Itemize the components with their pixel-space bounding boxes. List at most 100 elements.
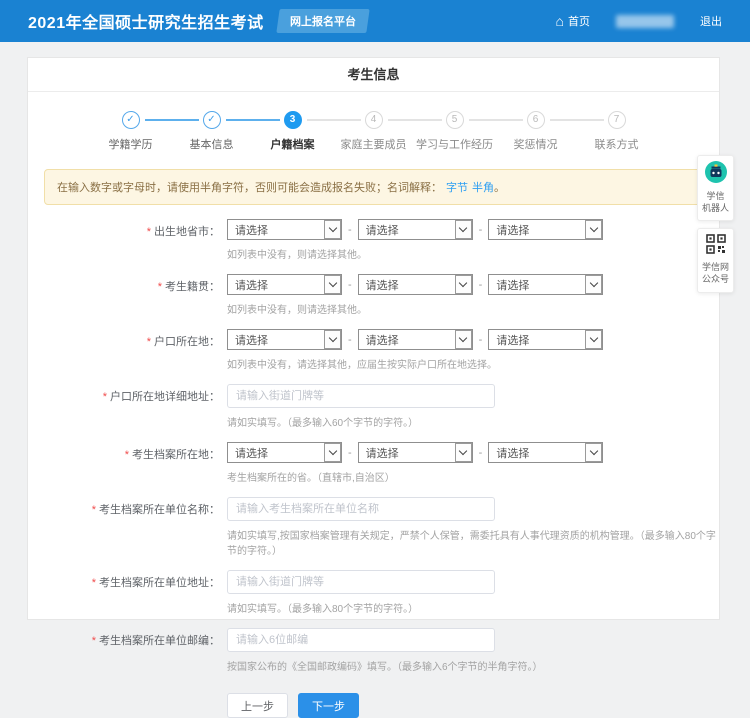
step-label: 户籍档案 (252, 136, 333, 152)
chevron-down-icon (324, 220, 341, 239)
chevron-down-icon (324, 275, 341, 294)
step-label: 奖惩情况 (495, 136, 576, 152)
field-label: *考生档案所在单位地址： (28, 570, 220, 615)
prev-step-button[interactable]: 上一步 (227, 693, 288, 718)
home-icon: ⌂ (556, 14, 564, 28)
chevron-down-icon (585, 330, 602, 349)
select-separator: - (348, 334, 352, 346)
step-xueji-xueli[interactable]: ✓ 学籍学历 (90, 111, 171, 152)
half-width-notice: 在输入数字或字母时，请使用半角字符，否则可能会造成报名失败；名词解释：字节半角。 (44, 169, 703, 205)
platform-badge: 网上报名平台 (276, 9, 369, 33)
archive-unit-name-input[interactable] (227, 497, 495, 521)
select-separator: - (479, 334, 483, 346)
archive-district-select[interactable]: 请选择 (488, 442, 603, 463)
form-row-birthplace: *出生地省市： 请选择 - 请选择 - 请选择 如列表中没有，则请选择其他。 (28, 219, 719, 261)
form-buttons: 上一步 下一步 (227, 693, 719, 718)
chevron-down-icon (324, 443, 341, 462)
chsi-robot-button[interactable]: 学信 机器人 (697, 155, 734, 221)
required-asterisk: * (92, 577, 96, 589)
field-hint: 如列表中没有，则请选择其他。 (227, 246, 603, 261)
field-label: *考生档案所在单位名称： (28, 497, 220, 557)
nav-home-link[interactable]: ⌂ 首页 (556, 13, 590, 29)
glossary-link-halfwidth[interactable]: 半角 (472, 182, 494, 194)
notice-suffix: 。 (494, 182, 505, 194)
household-archive-form: *出生地省市： 请选择 - 请选择 - 请选择 如列表中没有，则请选择其他。 *… (28, 219, 719, 718)
field-hint: 请如实填写。（最多输入60个字节的字符。） (227, 414, 495, 429)
step-jiangcheng[interactable]: 6 奖惩情况 (495, 111, 576, 152)
select-separator: - (479, 447, 483, 459)
step-lianxi-fangshi[interactable]: 7 联系方式 (576, 111, 657, 152)
chevron-down-icon (455, 443, 472, 462)
native-place-province-select[interactable]: 请选择 (227, 274, 342, 295)
household-province-select[interactable]: 请选择 (227, 329, 342, 350)
birthplace-province-select[interactable]: 请选择 (227, 219, 342, 240)
step-label: 家庭主要成员 (333, 136, 414, 152)
field-hint: 请如实填写。（最多输入80个字节的字符。） (227, 600, 495, 615)
nav-logout-link[interactable]: 退出 (700, 13, 722, 29)
field-label: *出生地省市： (28, 219, 220, 261)
chevron-down-icon (585, 443, 602, 462)
step-xuexi-gongzuo[interactable]: 5 学习与工作经历 (414, 111, 495, 152)
field-label: *考生籍贯： (28, 274, 220, 316)
candidate-info-card: 考生信息 ✓ 学籍学历 ✓ 基本信息 3 户籍档案 4 家庭主要成员 5 学习与… (27, 57, 720, 620)
select-separator: - (348, 447, 352, 459)
qr-code-icon (706, 234, 726, 254)
nav-home-label: 首页 (568, 13, 590, 29)
field-label: *考生档案所在地： (28, 442, 220, 484)
step-label: 基本信息 (171, 136, 252, 152)
required-asterisk: * (92, 504, 96, 516)
select-separator: - (479, 279, 483, 291)
form-row-household-address: *户口所在地详细地址： 请如实填写。（最多输入60个字节的字符。） (28, 384, 719, 429)
archive-unit-address-input[interactable] (227, 570, 495, 594)
chevron-down-icon (455, 275, 472, 294)
required-asterisk: * (92, 635, 96, 647)
step-jiben-xinxi[interactable]: ✓ 基本信息 (171, 111, 252, 152)
check-icon: ✓ (203, 111, 221, 129)
step-indicator: ✓ 学籍学历 ✓ 基本信息 3 户籍档案 4 家庭主要成员 5 学习与工作经历 … (28, 111, 719, 152)
select-separator: - (348, 224, 352, 236)
header-nav: ⌂ 首页 退出 (556, 13, 722, 29)
app-header: 2021年全国硕士研究生招生考试 网上报名平台 ⌂ 首页 退出 (0, 0, 750, 42)
platform-badge-label: 网上报名平台 (290, 13, 356, 29)
step-jiating-chengyuan[interactable]: 4 家庭主要成员 (333, 111, 414, 152)
archive-city-select[interactable]: 请选择 (358, 442, 473, 463)
select-separator: - (479, 224, 483, 236)
robot-label: 学信 机器人 (700, 191, 731, 214)
form-row-archive-unit-address: *考生档案所在单位地址： 请如实填写。（最多输入80个字节的字符。） (28, 570, 719, 615)
step-label: 联系方式 (576, 136, 657, 152)
archive-unit-zipcode-input[interactable] (227, 628, 495, 652)
qrcode-label: 学信网 公众号 (700, 262, 731, 285)
form-row-native-place: *考生籍贯： 请选择 - 请选择 - 请选择 如列表中没有，则请选择其他。 (28, 274, 719, 316)
field-label: *考生档案所在单位邮编： (28, 628, 220, 673)
required-asterisk: * (147, 336, 151, 348)
native-place-city-select[interactable]: 请选择 (358, 274, 473, 295)
required-asterisk: * (125, 449, 129, 461)
form-row-household-location: *户口所在地： 请选择 - 请选择 - 请选择 如列表中没有，请选择其他，应届生… (28, 329, 719, 371)
household-district-select[interactable]: 请选择 (488, 329, 603, 350)
step-label: 学习与工作经历 (414, 136, 495, 152)
birthplace-district-select[interactable]: 请选择 (488, 219, 603, 240)
chevron-down-icon (585, 275, 602, 294)
step-number: 6 (527, 111, 545, 129)
archive-province-select[interactable]: 请选择 (227, 442, 342, 463)
native-place-district-select[interactable]: 请选择 (488, 274, 603, 295)
household-address-input[interactable] (227, 384, 495, 408)
field-label: *户口所在地： (28, 329, 220, 371)
household-city-select[interactable]: 请选择 (358, 329, 473, 350)
username-redacted (616, 15, 674, 28)
chsi-qrcode-button[interactable]: 学信网 公众号 (697, 228, 734, 292)
glossary-link-byte[interactable]: 字节 (446, 182, 468, 194)
step-number: 7 (608, 111, 626, 129)
form-row-archive-unit-zipcode: *考生档案所在单位邮编： 按国家公布的《全国邮政编码》填写。（最多输入6个字节的… (28, 628, 719, 673)
chevron-down-icon (455, 220, 472, 239)
field-hint: 按国家公布的《全国邮政编码》填写。（最多输入6个字节的半角字符。） (227, 658, 543, 673)
chevron-down-icon (585, 220, 602, 239)
step-label: 学籍学历 (90, 136, 171, 152)
chevron-down-icon (324, 330, 341, 349)
step-huji-dangan[interactable]: 3 户籍档案 (252, 111, 333, 152)
floating-sidebar: 学信 机器人 学信网 公众号 (697, 155, 734, 300)
card-title: 考生信息 (28, 58, 719, 92)
birthplace-city-select[interactable]: 请选择 (358, 219, 473, 240)
field-hint: 考生档案所在的省。（直辖市,自治区） (227, 469, 603, 484)
next-step-button[interactable]: 下一步 (298, 693, 359, 718)
